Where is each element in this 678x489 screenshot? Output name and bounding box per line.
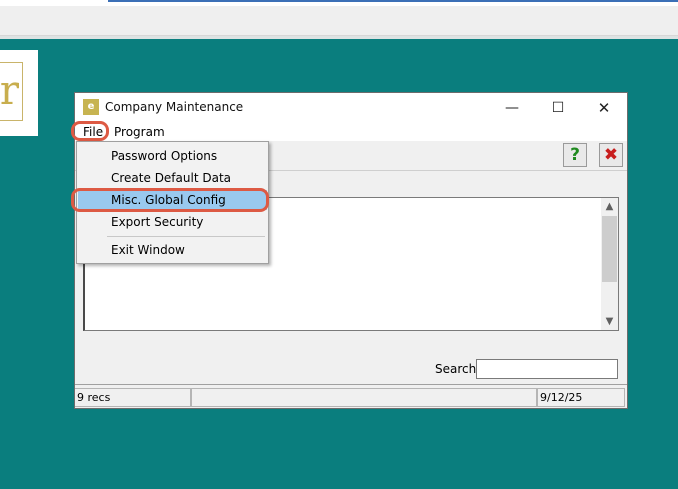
status-message (191, 388, 537, 407)
host-toolbar-divider (0, 36, 678, 39)
window-title: Company Maintenance (105, 100, 244, 114)
menu-bar: File Program (75, 123, 627, 141)
status-date: 9/12/25 (537, 388, 625, 407)
file-dropdown-menu: Password Options Create Default Data Mis… (76, 141, 269, 264)
menu-file[interactable]: File (79, 124, 107, 140)
help-button[interactable]: ? (563, 143, 587, 167)
menu-program[interactable]: Program (110, 124, 169, 140)
status-bar: 9 recs 9/12/25 (75, 384, 627, 408)
toolbar-close-button[interactable]: ✖ (599, 143, 623, 167)
close-window-button[interactable]: ✕ (583, 96, 625, 120)
top-strip-accent-line (108, 0, 678, 2)
search-label: Search: (435, 362, 481, 376)
title-bar[interactable]: e Company Maintenance — ☐ ✕ (75, 93, 627, 123)
scroll-down-icon[interactable]: ▼ (601, 313, 618, 330)
menu-item-exit-window[interactable]: Exit Window (78, 240, 267, 260)
maximize-button[interactable]: ☐ (537, 96, 579, 120)
status-record-count: 9 recs (75, 388, 191, 407)
host-toolbar (0, 6, 678, 36)
menu-item-misc-global-config[interactable]: Misc. Global Config (78, 190, 267, 210)
app-icon: e (83, 99, 99, 115)
logo-icon: r (0, 62, 23, 121)
menu-item-password-options[interactable]: Password Options (78, 146, 267, 166)
menu-item-export-security[interactable]: Export Security (78, 212, 267, 232)
minimize-button[interactable]: — (491, 96, 533, 120)
background-logo-panel: r (0, 50, 38, 136)
vertical-scrollbar[interactable]: ▲ ▼ (601, 198, 618, 330)
scroll-up-icon[interactable]: ▲ (601, 198, 618, 215)
menu-item-create-default-data[interactable]: Create Default Data (78, 168, 267, 188)
search-input[interactable] (476, 359, 618, 379)
scroll-thumb[interactable] (602, 216, 617, 282)
menu-separator (107, 236, 265, 237)
